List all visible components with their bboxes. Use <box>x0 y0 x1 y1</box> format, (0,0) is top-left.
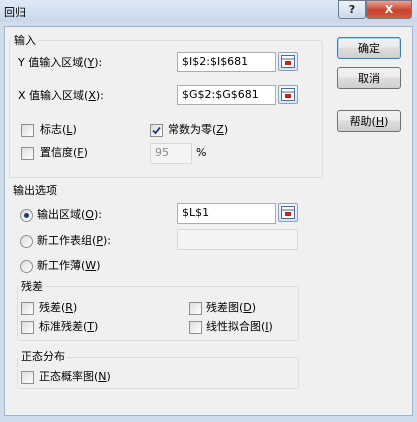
y-range-ref-button[interactable] <box>278 52 298 71</box>
standardized-residuals-checkbox[interactable] <box>21 321 34 334</box>
close-icon: X <box>384 3 394 16</box>
new-workbook-label: 新工作薄(W) <box>37 259 101 272</box>
line-fit-plot-label: 线性拟合图(I) <box>206 320 273 333</box>
new-workbook-radio[interactable] <box>20 260 33 273</box>
output-group-title: 输出选项 <box>13 184 57 197</box>
labels-label: 标志(L) <box>40 123 77 136</box>
ok-button[interactable]: 确定 <box>337 37 401 59</box>
input-group-title: 输入 <box>12 34 38 47</box>
output-range-input[interactable]: $L$1 <box>177 203 276 224</box>
output-range-radio[interactable] <box>20 209 33 222</box>
residuals-checkbox[interactable] <box>21 302 34 315</box>
range-select-icon <box>281 55 295 68</box>
cancel-button[interactable]: 取消 <box>337 67 401 89</box>
new-sheet-label: 新工作表组(P): <box>37 234 111 247</box>
y-range-label: Y 值输入区域(Y): <box>18 56 103 69</box>
x-range-label: X 值输入区域(X): <box>18 89 104 102</box>
residuals-group-title: 残差 <box>19 280 45 293</box>
range-select-icon <box>281 206 295 219</box>
x-range-input[interactable]: $G$2:$G$681 <box>177 85 276 105</box>
confidence-label: 置信度(F) <box>40 146 88 159</box>
residual-plot-checkbox[interactable] <box>189 302 202 315</box>
line-fit-plot-checkbox[interactable] <box>189 321 202 334</box>
help-button[interactable]: 帮助(H) <box>337 110 401 132</box>
confidence-unit: % <box>196 146 207 159</box>
output-range-ref-button[interactable] <box>278 203 298 222</box>
new-sheet-radio[interactable] <box>20 235 33 248</box>
range-select-icon <box>281 88 295 101</box>
output-range-label: 输出区域(O): <box>37 208 102 221</box>
labels-checkbox[interactable] <box>21 124 34 137</box>
normal-plot-checkbox[interactable] <box>21 371 34 384</box>
standardized-residuals-label: 标准残差(T) <box>39 320 99 333</box>
const-zero-label: 常数为零(Z) <box>168 123 229 136</box>
window-title: 回归 <box>4 6 26 19</box>
residuals-label: 残差(R) <box>39 301 78 314</box>
y-range-input[interactable]: $I$2:$I$681 <box>177 52 276 72</box>
new-sheet-input[interactable] <box>177 229 298 250</box>
checkmark-icon <box>152 126 161 135</box>
normal-group-title: 正态分布 <box>19 350 67 363</box>
close-button[interactable]: X <box>366 0 412 19</box>
confidence-checkbox[interactable] <box>21 147 34 160</box>
radio-selected-dot <box>24 213 29 218</box>
const-zero-checkbox[interactable] <box>150 124 163 137</box>
title-help-button[interactable]: ? <box>338 0 366 19</box>
residual-plot-label: 残差图(D) <box>206 301 257 314</box>
question-icon: ? <box>348 3 356 16</box>
confidence-input[interactable]: 95 <box>150 143 192 164</box>
x-range-ref-button[interactable] <box>278 85 298 104</box>
normal-plot-label: 正态概率图(N) <box>39 370 111 383</box>
